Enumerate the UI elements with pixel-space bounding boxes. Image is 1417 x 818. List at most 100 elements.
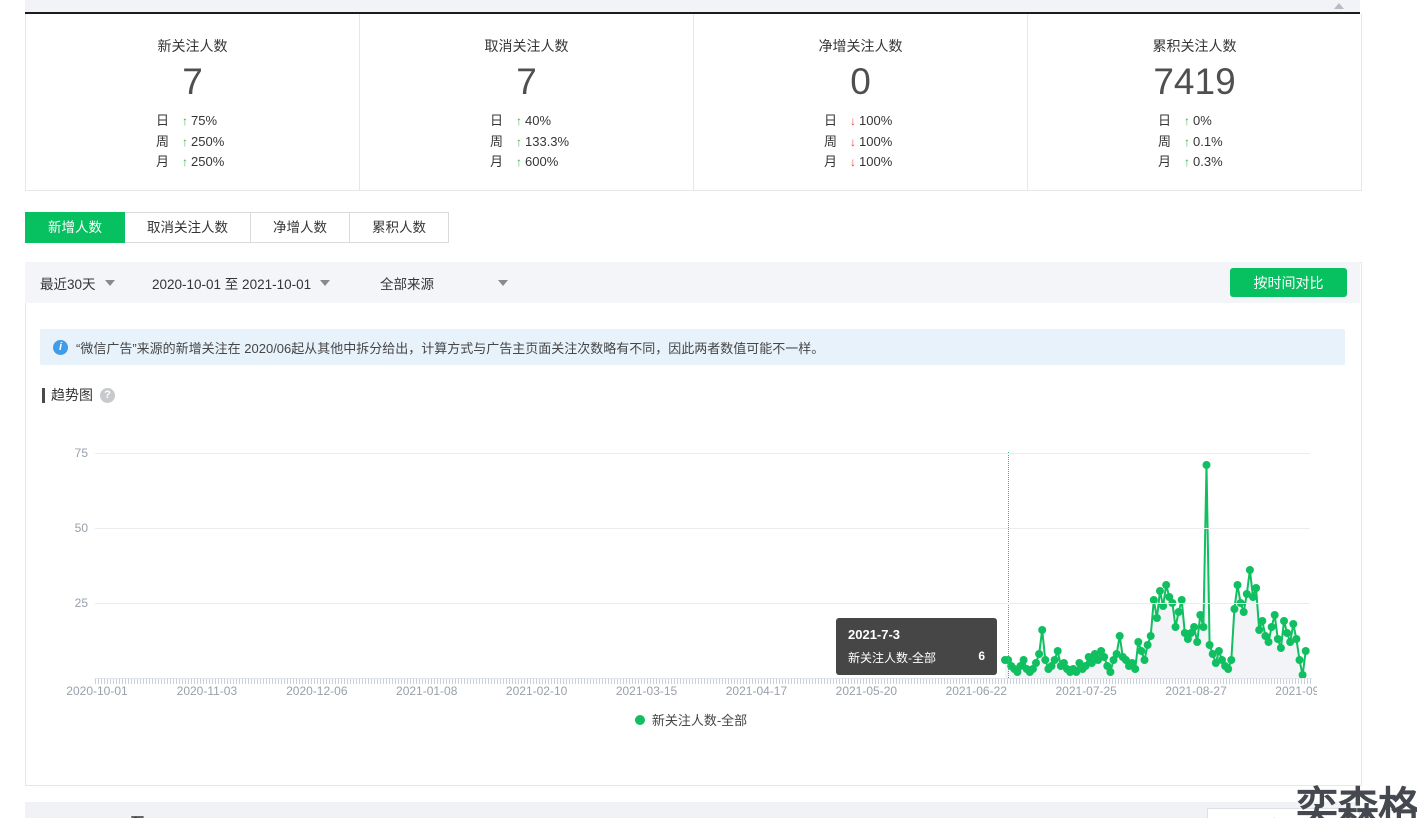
stat-value: 7 (360, 62, 693, 102)
tab-unfollowers[interactable]: 取消关注人数 (124, 212, 251, 243)
stat-row-week: 周↑0.1% (1158, 132, 1361, 153)
period-label: 日 (156, 111, 182, 132)
source-select-value: 全部来源 (380, 273, 434, 293)
stat-row-day: 日↓100% (824, 111, 1027, 132)
stat-row-day: 日↑0% (1158, 111, 1361, 132)
stat-title: 取消关注人数 (360, 36, 693, 56)
x-axis-tick-label: 2021-02-10 (497, 684, 577, 698)
percent-value: 0.1% (1193, 134, 1223, 149)
gridline (95, 528, 1310, 529)
trend-arrow-icon: ↑ (182, 135, 188, 149)
chevron-down-icon (105, 280, 115, 286)
stat-card-cumulative: 累积关注人数 7419 日↑0% 周↑0.1% 月↑0.3% (1028, 14, 1361, 190)
tab-net-growth[interactable]: 净增人数 (250, 212, 350, 243)
percent-value: 100% (859, 134, 892, 149)
percent-value: 40% (525, 113, 551, 128)
stat-title: 新关注人数 (26, 36, 359, 56)
stat-rows: 日↑0% 周↑0.1% 月↑0.3% (1028, 111, 1361, 173)
x-axis-tick-label: 2021-05-20 (826, 684, 906, 698)
help-icon[interactable]: ? (100, 388, 115, 403)
trend-arrow-icon: ↓ (850, 155, 856, 169)
x-axis-tick-label: 2021-04-17 (716, 684, 796, 698)
trend-arrow-icon: ↓ (850, 114, 856, 128)
percent-value: 250% (191, 134, 224, 149)
source-select[interactable]: 全部来源 (380, 262, 508, 303)
stat-value: 7419 (1028, 62, 1361, 102)
stat-card-unfollowers: 取消关注人数 7 日↑40% 周↑133.3% 月↑600% (360, 14, 694, 190)
period-label: 月 (156, 152, 182, 173)
period-label: 日 (490, 111, 516, 132)
period-label: 月 (1158, 152, 1184, 173)
stat-row-week: 周↓100% (824, 132, 1027, 153)
section-marker (42, 388, 45, 403)
notice-text: “微信广告”来源的新增关注在 2020/06起从其他中拆分给出，计算方式与广告主… (76, 338, 824, 357)
date-range-value: 2020-10-01 至 2021-10-01 (152, 273, 311, 293)
period-label: 周 (1158, 132, 1184, 153)
compare-by-time-button[interactable]: 按时间对比 (1230, 268, 1347, 297)
trend-arrow-icon: ↑ (1184, 114, 1190, 128)
x-axis-tick-label: 2021-07-25 (1046, 684, 1126, 698)
percent-value: 133.3% (525, 134, 569, 149)
period-label: 月 (824, 152, 850, 173)
percent-value: 100% (859, 154, 892, 169)
detail-date-range: 2020-10-01 至 2021-10-01 (55, 813, 220, 818)
period-label: 周 (490, 132, 516, 153)
top-strip (25, 0, 1360, 14)
tooltip-date: 2021-7-3 (848, 627, 985, 642)
stats-summary-card: 新关注人数 7 日↑75% 周↑250% 月↑250% 取消关注人数 7 日↑4… (25, 14, 1362, 191)
tab-new-followers[interactable]: 新增人数 (25, 212, 125, 243)
date-range-picker[interactable]: 2020-10-01 至 2021-10-01 (152, 262, 330, 303)
x-axis-tick-label: 2020-12-06 (277, 684, 357, 698)
trend-arrow-icon: ↑ (1184, 155, 1190, 169)
chevron-down-icon (320, 280, 330, 286)
stat-row-month: 月↑0.3% (1158, 152, 1361, 173)
stat-row-month: 月↑600% (490, 152, 693, 173)
trend-arrow-icon: ↑ (516, 135, 522, 149)
stat-row-day: 日↑40% (490, 111, 693, 132)
gridline (95, 453, 1310, 454)
stat-card-new-followers: 新关注人数 7 日↑75% 周↑250% 月↑250% (26, 14, 360, 190)
period-label: 日 (824, 111, 850, 132)
y-axis-tick-label: 50 (65, 521, 88, 535)
x-axis-tick-label: 2021-08-27 (1156, 684, 1236, 698)
legend-label[interactable]: 新关注人数-全部 (652, 710, 747, 729)
range-select[interactable]: 最近30天 (40, 262, 115, 303)
stat-rows: 日↑75% 周↑250% 月↑250% (26, 111, 359, 173)
stat-title: 累积关注人数 (1028, 36, 1361, 56)
trend-arrow-icon: ↑ (516, 155, 522, 169)
percent-value: 600% (525, 154, 558, 169)
filter-bar: 最近30天 2020-10-01 至 2021-10-01 全部来源 按时间对比 (25, 262, 1360, 303)
percent-value: 0% (1193, 113, 1212, 128)
stat-row-day: 日↑75% (156, 111, 359, 132)
stat-row-week: 周↑133.3% (490, 132, 693, 153)
trend-arrow-icon: ↑ (1184, 135, 1190, 149)
scroll-up-arrow-icon[interactable] (1334, 3, 1344, 9)
detail-table-header: 2020-10-01 至 2021-10-01 导出Excel (25, 802, 1360, 818)
trend-header: 趋势图 ? (42, 385, 115, 405)
hover-indicator-line (1008, 452, 1009, 678)
metric-tabs: 新增人数 取消关注人数 净增人数 累积人数 (25, 212, 449, 243)
trend-arrow-icon: ↓ (850, 135, 856, 149)
period-label: 周 (156, 132, 182, 153)
legend-dot-icon (635, 715, 645, 725)
percent-value: 250% (191, 154, 224, 169)
stat-title: 净增关注人数 (694, 36, 1027, 56)
stat-card-net-growth: 净增关注人数 0 日↓100% 周↓100% 月↓100% (694, 14, 1028, 190)
watermark: 奕森格 (1296, 774, 1417, 818)
percent-value: 100% (859, 113, 892, 128)
stat-rows: 日↑40% 周↑133.3% 月↑600% (360, 111, 693, 173)
gridline (95, 603, 1310, 604)
stat-value: 7 (26, 62, 359, 102)
x-axis-tick-label: 2021-06-22 (936, 684, 1016, 698)
tooltip-value: 6 (978, 649, 985, 666)
user-analysis-page: 新关注人数 7 日↑75% 周↑250% 月↑250% 取消关注人数 7 日↑4… (0, 0, 1417, 818)
stat-row-month: 月↓100% (824, 152, 1027, 173)
range-select-value: 最近30天 (40, 273, 96, 293)
trend-chart[interactable]: 2550752020-10-012020-11-032020-12-062021… (65, 430, 1317, 715)
tab-cumulative[interactable]: 累积人数 (349, 212, 449, 243)
stat-rows: 日↓100% 周↓100% 月↓100% (694, 111, 1027, 173)
tooltip-series-name: 新关注人数-全部 (848, 649, 936, 666)
period-label: 月 (490, 152, 516, 173)
trend-arrow-icon: ↑ (182, 114, 188, 128)
trend-arrow-icon: ↑ (516, 114, 522, 128)
